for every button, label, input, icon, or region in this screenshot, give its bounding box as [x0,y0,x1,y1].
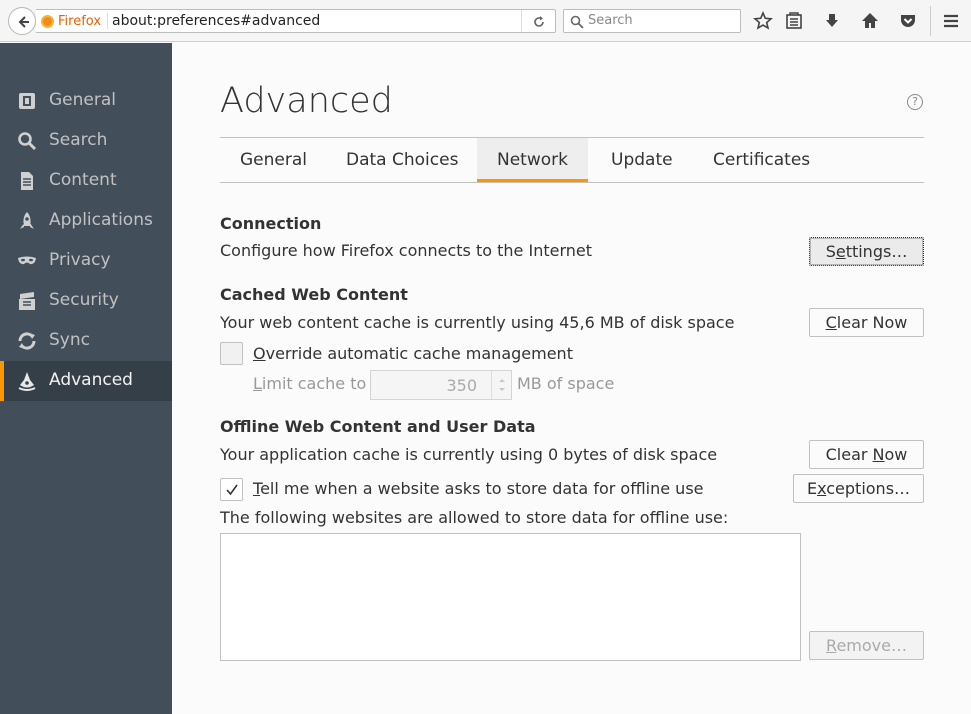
bookmark-star-icon[interactable] [753,11,773,31]
sidebar-item-label: General [49,90,116,110]
pocket-icon[interactable] [898,11,918,31]
clear-cache-button[interactable]: Clear Now [809,308,924,337]
offline-notify-label[interactable]: Tell me when a website asks to store dat… [253,479,704,498]
clear-offline-button[interactable]: Clear Now [809,440,924,469]
reload-button[interactable] [521,10,555,32]
search-bar[interactable]: Search [563,9,741,33]
cache-size-value: 350 [446,376,477,395]
page-title: Advanced [220,81,393,121]
offline-heading: Offline Web Content and User Data [220,417,536,436]
search-icon [570,15,584,29]
identity-label: Firefox [58,13,102,29]
search-placeholder: Search [588,13,633,28]
limit-cache-label: Limit cache to [253,374,367,393]
sidebar-item-sync[interactable]: Sync [0,321,172,361]
applications-icon [20,212,34,229]
privacy-icon [18,256,36,265]
menu-hamburger-icon[interactable] [941,11,961,31]
offline-exceptions-button[interactable]: Exceptions… [793,474,924,503]
preferences-sidebar: General Search Content Applications Priv… [0,43,172,714]
cache-heading: Cached Web Content [220,285,408,304]
sidebar-item-label: Sync [49,330,90,350]
offline-usage-text: Your application cache is currently usin… [220,445,718,464]
sidebar-item-label: Content [49,170,117,190]
help-icon[interactable]: ? [907,94,923,110]
sidebar-item-general[interactable]: General [0,81,172,121]
offline-notify-checkbox[interactable] [220,478,243,501]
url-text[interactable]: about:preferences#advanced [112,13,320,29]
advanced-tabbar: General Data Choices Network Update Cert… [220,137,924,183]
firefox-logo-icon [41,14,54,28]
connection-heading: Connection [220,214,322,233]
cache-size-input[interactable]: 350 [370,370,512,400]
offline-apps-list[interactable] [220,533,801,661]
advanced-icon [18,372,36,391]
downloads-icon[interactable] [822,11,842,31]
spinner-arrows-icon [499,379,505,391]
sidebar-item-security[interactable]: Security [0,281,172,321]
tab-data-choices[interactable]: Data Choices [326,138,478,182]
search-icon [18,132,37,151]
checkmark-icon [226,484,238,496]
back-arrow-icon [18,16,29,28]
sidebar-item-label: Privacy [49,250,111,270]
tab-certificates[interactable]: Certificates [693,138,830,182]
toolbar-separator [930,6,931,36]
browser-toolbar: Firefox about:preferences#advanced Searc… [0,0,971,42]
sidebar-item-label: Advanced [49,370,133,390]
remove-offline-app-button[interactable]: Remove… [809,631,924,660]
home-icon[interactable] [860,11,880,31]
content-icon [21,172,33,190]
tab-network[interactable]: Network [477,138,588,182]
reload-icon [534,16,544,27]
reading-list-icon[interactable] [784,11,804,31]
general-icon [19,93,35,109]
connection-settings-button[interactable]: Settings… [809,237,924,266]
sidebar-item-label: Search [49,130,108,150]
sidebar-item-search[interactable]: Search [0,121,172,161]
sidebar-item-content[interactable]: Content [0,161,172,201]
override-cache-checkbox[interactable] [220,342,243,365]
offline-allowed-label: The following websites are allowed to st… [220,508,729,527]
sidebar-item-advanced[interactable]: Advanced [0,361,172,401]
sync-icon [18,332,36,350]
preferences-pane: Advanced ? General Data Choices Network … [172,43,971,714]
cache-size-spinner[interactable] [491,371,511,399]
limit-cache-unit: MB of space [517,374,615,393]
identity-box[interactable]: Firefox [41,13,109,29]
sidebar-item-privacy[interactable]: Privacy [0,241,172,281]
tab-general[interactable]: General [220,138,327,182]
tab-update[interactable]: Update [591,138,693,182]
cache-usage-text: Your web content cache is currently usin… [220,313,735,332]
connection-description: Configure how Firefox connects to the In… [220,241,592,260]
security-icon [19,292,35,310]
sidebar-item-applications[interactable]: Applications [0,201,172,241]
sidebar-item-label: Applications [49,210,153,230]
back-button[interactable] [8,7,36,35]
override-cache-label[interactable]: Override automatic cache management [253,344,573,363]
url-bar[interactable]: Firefox about:preferences#advanced [36,9,556,33]
sidebar-item-label: Security [49,290,119,310]
